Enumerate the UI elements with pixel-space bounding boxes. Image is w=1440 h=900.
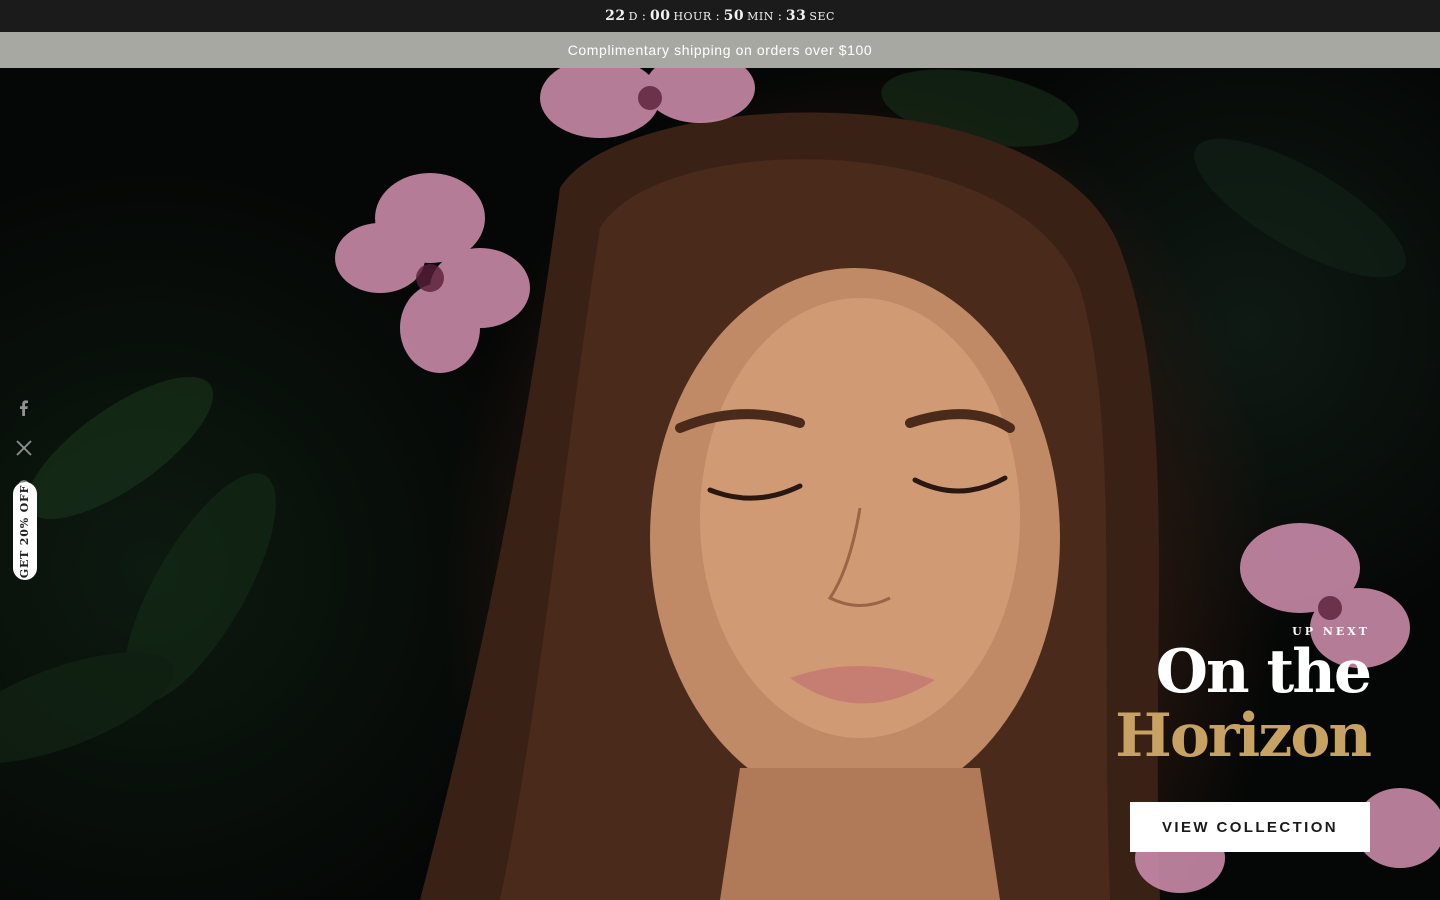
hero-headline-line2: Horizon [1115,701,1372,771]
facebook-icon[interactable] [14,398,34,418]
countdown-days-unit: D [628,9,638,23]
countdown-hours: 00 [649,8,671,24]
countdown-seconds: 33 [785,8,807,24]
announcement-text: Complimentary shipping on orders over $1… [567,42,873,58]
countdown-separator: : [641,9,646,23]
view-collection-button[interactable]: VIEW COLLECTION [1130,802,1370,852]
hero-image [0,68,1440,900]
hero-headline-line1: On the [1155,637,1372,707]
countdown-hours-unit: HOUR [673,9,712,23]
x-twitter-icon[interactable] [14,438,34,458]
discount-tab[interactable]: GET 20% OFF [13,482,37,580]
hero-headline: On the Horizon [1115,637,1372,771]
countdown-separator: : [715,9,720,23]
countdown-bar: 22 D : 00 HOUR : 50 MIN : 33 SEC [0,0,1440,32]
countdown-separator: : [777,9,782,23]
hero-section [0,68,1440,900]
discount-tab-label: GET 20% OFF [18,484,32,578]
countdown-minutes-unit: MIN [747,9,774,23]
countdown-seconds-unit: SEC [809,9,835,23]
countdown-minutes: 50 [723,8,745,24]
countdown-days: 22 [605,8,626,24]
announcement-bar: Complimentary shipping on orders over $1… [0,32,1440,68]
